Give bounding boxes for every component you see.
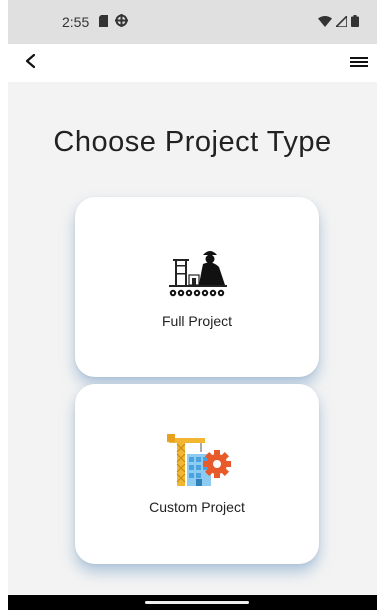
vpn-icon <box>115 14 128 32</box>
app-screen: 2:55 Choose Project Type Full Project Cu… <box>8 0 377 610</box>
status-right-icons <box>318 14 359 32</box>
page-title: Choose Project Type <box>53 126 332 158</box>
sd-card-icon <box>98 14 109 32</box>
custom-project-label: Custom Project <box>149 499 245 515</box>
full-project-label: Full Project <box>161 313 233 329</box>
full-project-card[interactable]: Full Project <box>75 197 319 377</box>
app-bar <box>8 44 377 82</box>
status-left-icons <box>98 14 128 32</box>
status-time: 2:55 <box>62 14 90 30</box>
battery-icon <box>351 14 359 32</box>
custom-project-card[interactable]: Custom Project <box>75 384 319 564</box>
signal-icon <box>334 14 348 32</box>
crane-building-gear-icon <box>161 432 233 488</box>
construction-worker-icon <box>163 247 231 299</box>
hamburger-menu-icon <box>350 54 368 72</box>
home-indicator[interactable] <box>145 601 249 604</box>
menu-button[interactable] <box>347 51 371 75</box>
back-chevron-icon <box>24 53 36 74</box>
status-bar: 2:55 <box>8 0 377 44</box>
wifi-icon <box>318 14 332 32</box>
back-button[interactable] <box>18 51 42 75</box>
navigation-bar <box>8 595 377 610</box>
